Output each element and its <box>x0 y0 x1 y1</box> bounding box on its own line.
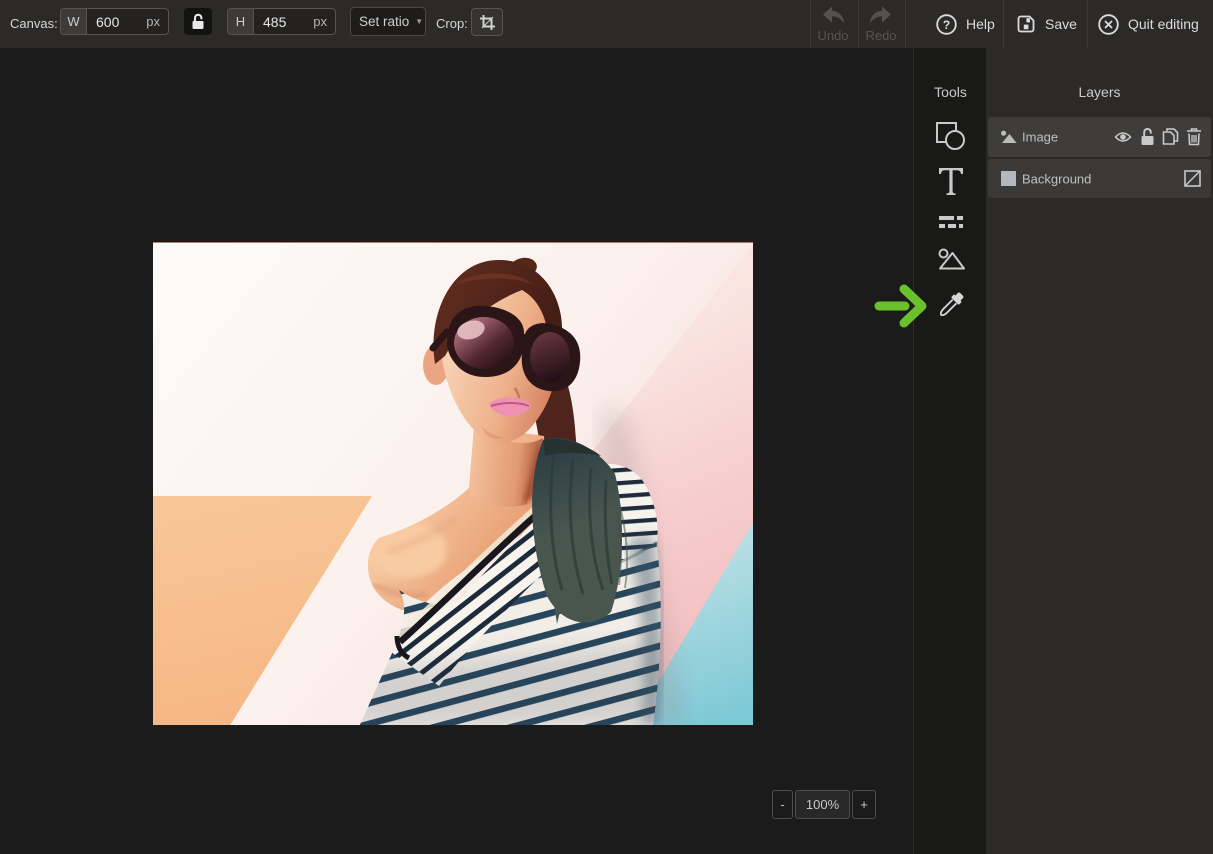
svg-text:?: ? <box>943 18 950 32</box>
